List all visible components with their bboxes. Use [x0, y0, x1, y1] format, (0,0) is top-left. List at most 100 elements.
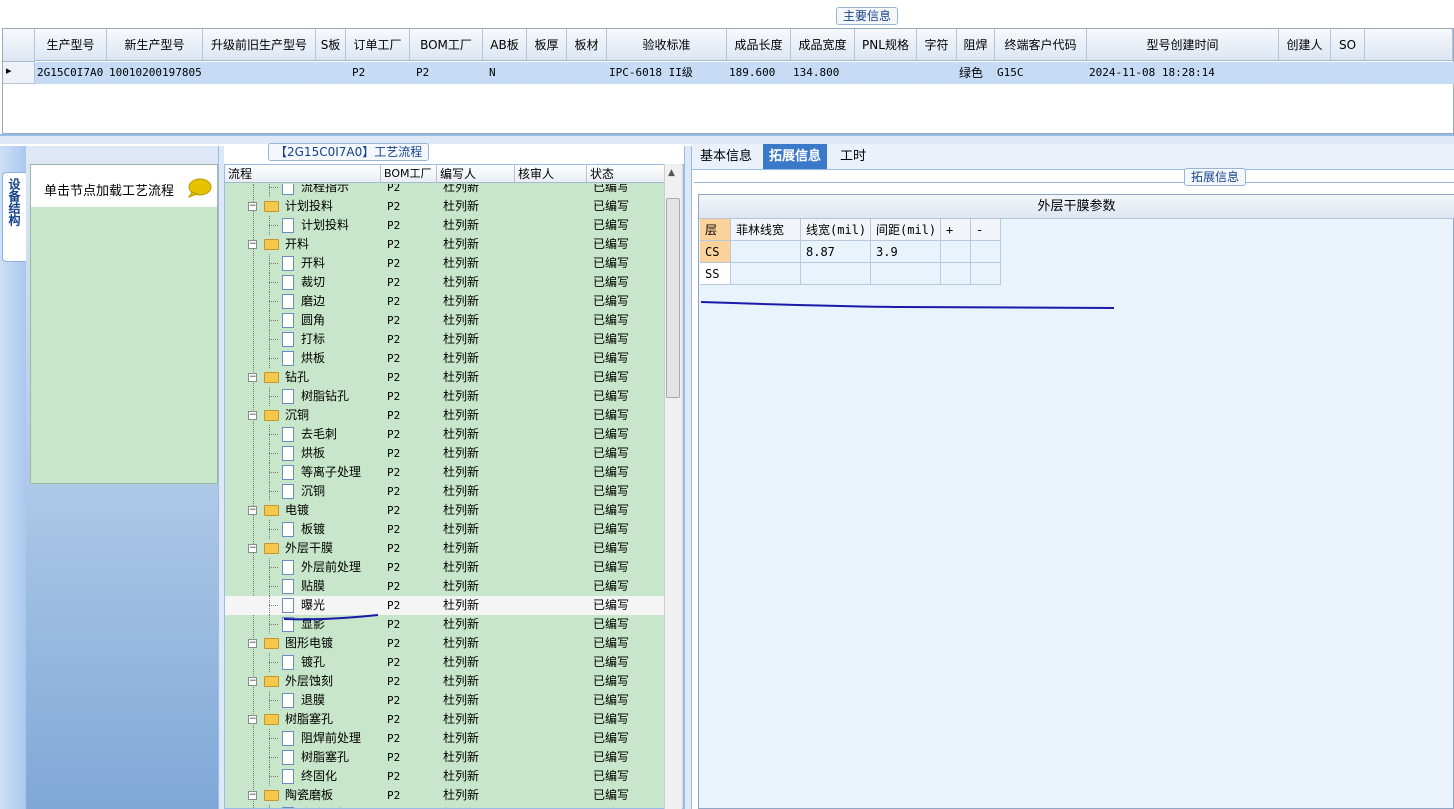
collapse-icon[interactable]: − — [248, 202, 257, 211]
tree-row[interactable]: − 树脂塞孔 P2 杜列新 已编写 — [225, 710, 666, 729]
tree-row[interactable]: 阻焊前处理 P2 杜列新 已编写 — [225, 729, 666, 748]
table-cell[interactable] — [567, 62, 607, 84]
column-header[interactable]: 字符 — [917, 29, 957, 61]
table-cell[interactable] — [1279, 62, 1331, 84]
tree-row[interactable]: 流程指示 P2 杜列新 已编写 — [225, 184, 666, 197]
tree-row[interactable]: 开料 P2 杜列新 已编写 — [225, 254, 666, 273]
tree-column-header[interactable]: 流程 — [225, 165, 381, 183]
collapse-icon[interactable]: − — [248, 411, 257, 420]
tree-row[interactable]: 镀孔 P2 杜列新 已编写 — [225, 653, 666, 672]
tree-row[interactable]: 陶瓷磨板 P2 杜列新 已编写 — [225, 805, 666, 808]
column-header[interactable]: 成品宽度 — [791, 29, 855, 61]
table-cell[interactable]: 189.600 — [727, 62, 791, 84]
tree-row[interactable]: 退膜 P2 杜列新 已编写 — [225, 691, 666, 710]
column-header[interactable]: 新生产型号 — [107, 29, 203, 61]
column-header[interactable]: 升级前旧生产型号 — [203, 29, 316, 61]
tree-row[interactable]: 等离子处理 P2 杜列新 已编写 — [225, 463, 666, 482]
collapse-icon[interactable]: − — [248, 677, 257, 686]
param-cell[interactable] — [731, 241, 801, 263]
table-cell[interactable]: 2024-11-08 18:28:14 — [1087, 62, 1279, 84]
param-cell[interactable]: 3.9 — [871, 241, 941, 263]
table-cell[interactable]: 绿色 — [957, 62, 995, 84]
tree-row[interactable]: 计划投料 P2 杜列新 已编写 — [225, 216, 666, 235]
table-cell[interactable]: 10010200197805 — [107, 62, 203, 84]
table-cell[interactable] — [527, 62, 567, 84]
collapse-icon[interactable]: − — [248, 791, 257, 800]
tree-row[interactable]: 去毛刺 P2 杜列新 已编写 — [225, 425, 666, 444]
table-cell[interactable] — [1331, 62, 1365, 84]
tree-column-header[interactable]: 核审人 — [515, 165, 587, 183]
row-indicator[interactable]: ▸ — [3, 62, 35, 84]
tree-row[interactable]: − 沉铜 P2 杜列新 已编写 — [225, 406, 666, 425]
tree-row[interactable]: 终固化 P2 杜列新 已编写 — [225, 767, 666, 786]
column-header[interactable]: 订单工厂 — [346, 29, 410, 61]
tree-row[interactable]: 裁切 P2 杜列新 已编写 — [225, 273, 666, 292]
param-cell[interactable] — [871, 263, 941, 285]
table-cell[interactable]: N — [483, 62, 527, 84]
tree-row[interactable]: − 外层蚀刻 P2 杜列新 已编写 — [225, 672, 666, 691]
column-header[interactable]: BOM工厂 — [410, 29, 483, 61]
tree-row[interactable]: − 计划投料 P2 杜列新 已编写 — [225, 197, 666, 216]
tree-row[interactable]: 贴膜 P2 杜列新 已编写 — [225, 577, 666, 596]
collapse-icon[interactable]: − — [248, 506, 257, 515]
column-header[interactable]: 验收标准 — [607, 29, 727, 61]
param-cell[interactable] — [971, 263, 1001, 285]
param-cell[interactable] — [941, 263, 971, 285]
tree-row[interactable]: − 电镀 P2 杜列新 已编写 — [225, 501, 666, 520]
column-header[interactable]: 终端客户代码 — [995, 29, 1087, 61]
column-header[interactable]: 板材 — [567, 29, 607, 61]
tree-column-header[interactable]: 编写人 — [437, 165, 515, 183]
param-cell[interactable] — [971, 241, 1001, 263]
tree-row[interactable]: 外层前处理 P2 杜列新 已编写 — [225, 558, 666, 577]
collapse-icon[interactable]: − — [248, 373, 257, 382]
column-header[interactable]: 阻焊 — [957, 29, 995, 61]
table-cell[interactable]: 134.800 — [791, 62, 855, 84]
param-cell[interactable] — [801, 263, 871, 285]
tab-basic-info[interactable]: 基本信息 — [694, 144, 758, 169]
tree-row[interactable]: 沉铜 P2 杜列新 已编写 — [225, 482, 666, 501]
horizontal-splitter[interactable] — [0, 136, 1454, 144]
column-header[interactable]: SO — [1331, 29, 1365, 61]
table-cell[interactable]: IPC-6018 II级 — [607, 62, 727, 84]
column-header[interactable]: AB板 — [483, 29, 527, 61]
collapse-icon[interactable]: − — [248, 639, 257, 648]
tree-row[interactable]: 板镀 P2 杜列新 已编写 — [225, 520, 666, 539]
tree-row[interactable]: 树脂钻孔 P2 杜列新 已编写 — [225, 387, 666, 406]
param-column-header[interactable]: - — [971, 219, 1001, 241]
param-row-header[interactable]: CS — [700, 241, 731, 263]
tab-work-hours[interactable]: 工时 — [834, 144, 872, 169]
table-cell[interactable] — [917, 62, 957, 84]
param-column-header[interactable]: + — [941, 219, 971, 241]
column-header[interactable]: 型号创建时间 — [1087, 29, 1279, 61]
collapse-icon[interactable]: − — [248, 544, 257, 553]
tree-row[interactable]: 磨边 P2 杜列新 已编写 — [225, 292, 666, 311]
column-header[interactable]: S板 — [316, 29, 346, 61]
table-cell[interactable] — [316, 62, 346, 84]
tree-row[interactable]: 烘板 P2 杜列新 已编写 — [225, 444, 666, 463]
collapse-icon[interactable]: − — [248, 715, 257, 724]
tree-row[interactable]: 树脂塞孔 P2 杜列新 已编写 — [225, 748, 666, 767]
scroll-up-icon[interactable]: ▲ — [668, 168, 675, 178]
column-header[interactable]: 成品长度 — [727, 29, 791, 61]
column-header[interactable]: 板厚 — [527, 29, 567, 61]
column-header[interactable]: 创建人 — [1279, 29, 1331, 61]
tree-row[interactable]: − 钻孔 P2 杜列新 已编写 — [225, 368, 666, 387]
collapse-icon[interactable]: − — [248, 240, 257, 249]
table-cell[interactable] — [855, 62, 917, 84]
tree-row[interactable]: − 图形电镀 P2 杜列新 已编写 — [225, 634, 666, 653]
tree-column-header[interactable]: 状态 — [587, 165, 666, 183]
tab-extended-info[interactable]: 拓展信息 — [763, 144, 828, 169]
param-cell[interactable] — [731, 263, 801, 285]
tree-row[interactable]: − 开料 P2 杜列新 已编写 — [225, 235, 666, 254]
param-row-header[interactable]: SS — [700, 263, 731, 285]
tree-row[interactable]: 烘板 P2 杜列新 已编写 — [225, 349, 666, 368]
tree-row[interactable]: − 陶瓷磨板 P2 杜列新 已编写 — [225, 786, 666, 805]
table-cell[interactable] — [203, 62, 316, 84]
column-header[interactable]: PNL规格 — [855, 29, 917, 61]
param-cell[interactable]: 8.87 — [801, 241, 871, 263]
table-cell[interactable]: G15C — [995, 62, 1087, 84]
vertical-splitter-right[interactable] — [684, 146, 692, 809]
table-cell[interactable]: P2 — [410, 62, 483, 84]
scrollbar-thumb[interactable] — [666, 198, 680, 398]
tree-row[interactable]: − 外层干膜 P2 杜列新 已编写 — [225, 539, 666, 558]
